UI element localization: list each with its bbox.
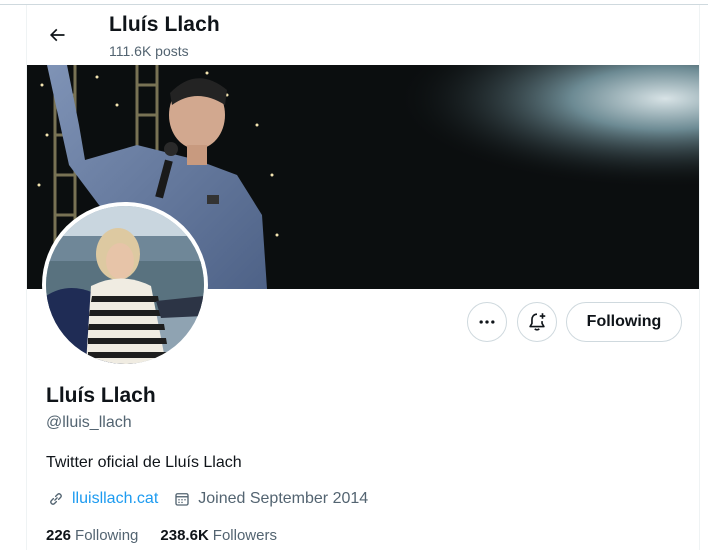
followers-count: 238.6K: [160, 527, 209, 544]
profile-meta: lluisllach.cat Joined September 2014: [46, 489, 368, 509]
following-button[interactable]: Following: [566, 302, 682, 342]
back-button[interactable]: [39, 17, 75, 53]
following-stat-label: Following: [75, 527, 139, 544]
header-title: Lluís Llach: [109, 13, 220, 36]
more-button[interactable]: [467, 302, 507, 342]
calendar-icon: [172, 489, 192, 509]
link-icon: [46, 489, 66, 509]
bell-plus-icon: [529, 313, 546, 331]
arrow-left-icon: [49, 28, 65, 42]
joined-date: Joined September 2014: [198, 490, 369, 507]
profile-header: Lluís Llach 111.6K posts: [27, 5, 699, 65]
followers-stat-label: Followers: [212, 527, 277, 544]
column-right-border: [699, 5, 700, 550]
posts-count: 111.6K posts: [109, 43, 189, 59]
notifications-button[interactable]: [517, 302, 557, 342]
following-stat[interactable]: 226 Following: [46, 527, 138, 544]
website-link[interactable]: lluisllach.cat: [72, 490, 158, 508]
avatar-image: [46, 206, 204, 364]
following-count: 226: [46, 527, 72, 544]
followers-stat[interactable]: 238.6K Followers: [160, 527, 277, 544]
profile-avatar[interactable]: [42, 202, 208, 368]
more-dots-icon: [479, 320, 495, 324]
profile-bio: Twitter oficial de Lluís Llach: [46, 454, 242, 471]
profile-stats: 226 Following 238.6K Followers: [46, 527, 299, 544]
profile-handle: @lluis_llach: [46, 414, 132, 431]
profile-name: Lluís Llach: [46, 384, 156, 407]
